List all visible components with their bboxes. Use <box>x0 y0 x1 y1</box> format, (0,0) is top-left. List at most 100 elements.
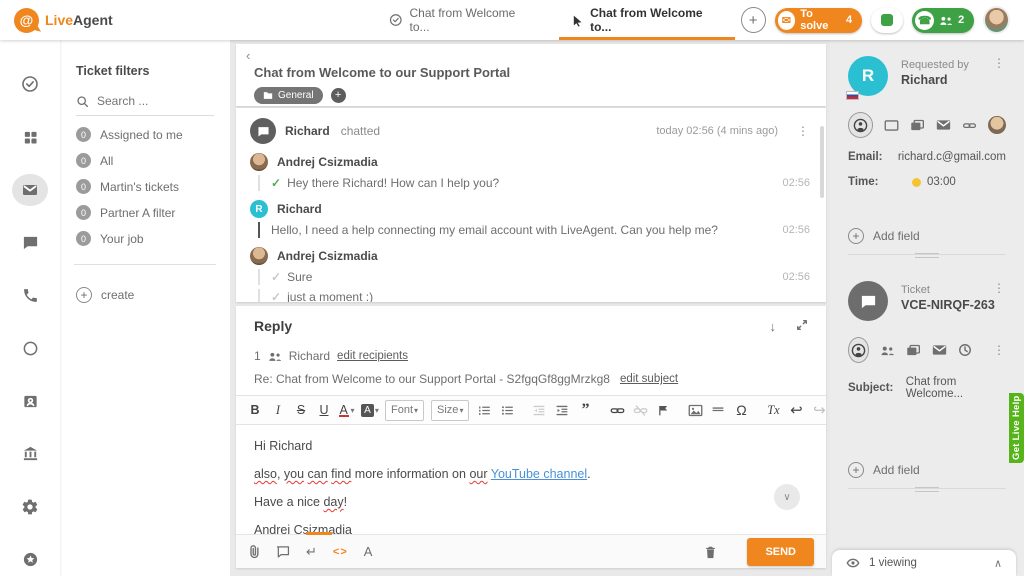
gravatar-icon[interactable] <box>988 116 1006 134</box>
collapse-left-icon[interactable]: ‹ <box>246 48 250 63</box>
scroll-down-button[interactable]: ∨ <box>774 484 800 510</box>
bold-button[interactable]: B <box>244 398 266 422</box>
tab-chat-2-active[interactable]: Chat from Welcome to... <box>553 0 741 40</box>
chat-status-button[interactable] <box>871 8 903 33</box>
ticket-people-icon[interactable] <box>880 345 895 356</box>
rail-chats-icon[interactable] <box>12 226 48 259</box>
discard-draft-button[interactable] <box>704 545 717 559</box>
underline-button[interactable]: U <box>313 398 335 422</box>
calls-count: 2 <box>958 14 964 26</box>
thread-header: ‹ Chat from Welcome to our Support Porta… <box>236 44 826 106</box>
rail-tasks-icon[interactable] <box>12 68 48 101</box>
collapse-reply-icon[interactable]: ↓ <box>770 319 777 334</box>
requester-menu-icon[interactable]: ⋮ <box>993 56 1006 70</box>
rail-gamification-icon[interactable] <box>12 543 48 576</box>
calls-button[interactable]: ☎ 2 <box>912 8 974 33</box>
blockquote-button[interactable]: ” <box>574 398 596 422</box>
ticket-email-icon[interactable] <box>932 344 947 356</box>
outdent-button[interactable] <box>528 398 550 422</box>
rail-settings-icon[interactable] <box>12 490 48 523</box>
undo-button[interactable]: ↩ <box>785 398 807 422</box>
panel-resize-handle[interactable] <box>848 488 1006 489</box>
brand-logo[interactable]: @ LiveAgent <box>0 8 211 33</box>
ticket-tabs: Chat from Welcome to... Chat from Welcom… <box>371 0 741 40</box>
ordered-list-button[interactable] <box>473 398 495 422</box>
expand-reply-icon[interactable] <box>796 319 808 334</box>
attach-file-button[interactable] <box>248 544 260 559</box>
ticket-label: Ticket <box>901 284 995 296</box>
author-name: Andrej Csizmadia <box>277 155 378 169</box>
contact-tickets-icon[interactable] <box>910 119 925 132</box>
ticket-details-icon[interactable] <box>848 337 869 363</box>
source-code-button[interactable]: <> <box>333 546 348 558</box>
ticket-related-icon[interactable] <box>906 344 921 357</box>
filter-assigned-to-me[interactable]: 0Assigned to me <box>76 127 214 142</box>
strikethrough-button[interactable]: S <box>290 398 312 422</box>
contact-details-icon[interactable] <box>848 112 873 138</box>
requester-avatar[interactable]: R <box>848 56 888 96</box>
bg-color-button[interactable]: A▾ <box>359 398 381 422</box>
edit-subject-link[interactable]: edit subject <box>620 373 678 385</box>
canned-message-button[interactable] <box>276 545 290 558</box>
rail-social-icon[interactable] <box>12 332 48 365</box>
bullet-list-button[interactable] <box>496 398 518 422</box>
add-new-button[interactable]: + <box>741 7 766 33</box>
filter-martins-tickets[interactable]: 0Martin's tickets <box>76 179 214 194</box>
eye-icon <box>846 558 860 568</box>
unlink-button[interactable] <box>629 398 651 422</box>
requested-by-label: Requested by <box>901 59 969 71</box>
viewing-bar[interactable]: 1 viewing ∧ <box>832 550 1016 576</box>
send-button[interactable]: SEND <box>747 538 814 566</box>
messages-scrollbar[interactable] <box>820 126 824 198</box>
viewing-label: 1 viewing <box>869 557 917 569</box>
add-tag-button[interactable]: + <box>331 88 346 103</box>
create-filter-button[interactable]: + create <box>76 287 214 303</box>
to-solve-button[interactable]: ✉ To solve 4 <box>775 8 863 33</box>
horizontal-rule-button[interactable] <box>707 398 729 422</box>
insert-return-button[interactable]: ↵ <box>306 544 317 560</box>
contact-link-icon[interactable] <box>962 120 977 131</box>
department-tag[interactable]: General <box>254 87 323 104</box>
italic-button[interactable]: I <box>267 398 289 422</box>
thread-time: today 02:56 (4 mins ago) <box>656 125 778 137</box>
filter-all[interactable]: 0All <box>76 153 214 168</box>
chat-online-icon <box>881 14 893 26</box>
conversation-panel: Richard chatted today 02:56 (4 mins ago)… <box>236 108 826 302</box>
rail-contacts-icon[interactable] <box>12 385 48 418</box>
youtube-channel-link[interactable]: YouTube channel <box>491 467 587 481</box>
delivered-check-icon: ✓ <box>271 270 281 284</box>
tab-chat-1[interactable]: Chat from Welcome to... <box>371 0 553 40</box>
rail-tickets-icon[interactable] <box>12 174 48 207</box>
filter-partner-a[interactable]: 0Partner A filter <box>76 205 214 220</box>
panel-resize-handle[interactable] <box>848 254 1006 255</box>
text-color-button[interactable]: A▾ <box>336 398 358 422</box>
insert-link-button[interactable] <box>606 398 628 422</box>
ticket-history-icon[interactable] <box>958 343 972 357</box>
rail-calls-icon[interactable] <box>12 279 48 312</box>
clear-format-button[interactable]: Tx <box>762 398 784 422</box>
special-char-button[interactable]: Ω <box>730 398 752 422</box>
compose-body[interactable]: Hi Richard also, you can find more infor… <box>236 425 826 534</box>
size-select[interactable]: Size▾ <box>431 400 469 421</box>
ticket-menu-icon[interactable]: ⋮ <box>993 281 1006 295</box>
font-style-button[interactable]: A <box>364 544 373 559</box>
add-field-button-2[interactable]: + Add field <box>848 462 1006 478</box>
font-select[interactable]: Font▾ <box>385 400 424 421</box>
flag-button[interactable] <box>652 398 674 422</box>
contact-email-icon[interactable] <box>936 119 951 131</box>
message-menu-icon[interactable]: ⋮ <box>797 124 810 138</box>
indent-button[interactable] <box>551 398 573 422</box>
filter-your-job[interactable]: 0Your job <box>76 231 214 246</box>
rail-company-icon[interactable] <box>12 438 48 471</box>
rail-dashboard-icon[interactable] <box>12 121 48 154</box>
search-input[interactable] <box>97 94 197 108</box>
edit-recipients-link[interactable]: edit recipients <box>337 350 408 362</box>
delivered-check-icon: ✓ <box>271 176 281 190</box>
add-field-button-1[interactable]: + Add field <box>848 228 1006 244</box>
insert-image-button[interactable] <box>684 398 706 422</box>
user-avatar[interactable] <box>983 6 1010 34</box>
contact-card-icon[interactable] <box>884 119 899 132</box>
redo-button[interactable]: ↪ <box>808 398 830 422</box>
ticket-more-icon[interactable]: ⋮ <box>993 343 1006 357</box>
get-live-help-button[interactable]: Get Live Help <box>1009 393 1024 463</box>
